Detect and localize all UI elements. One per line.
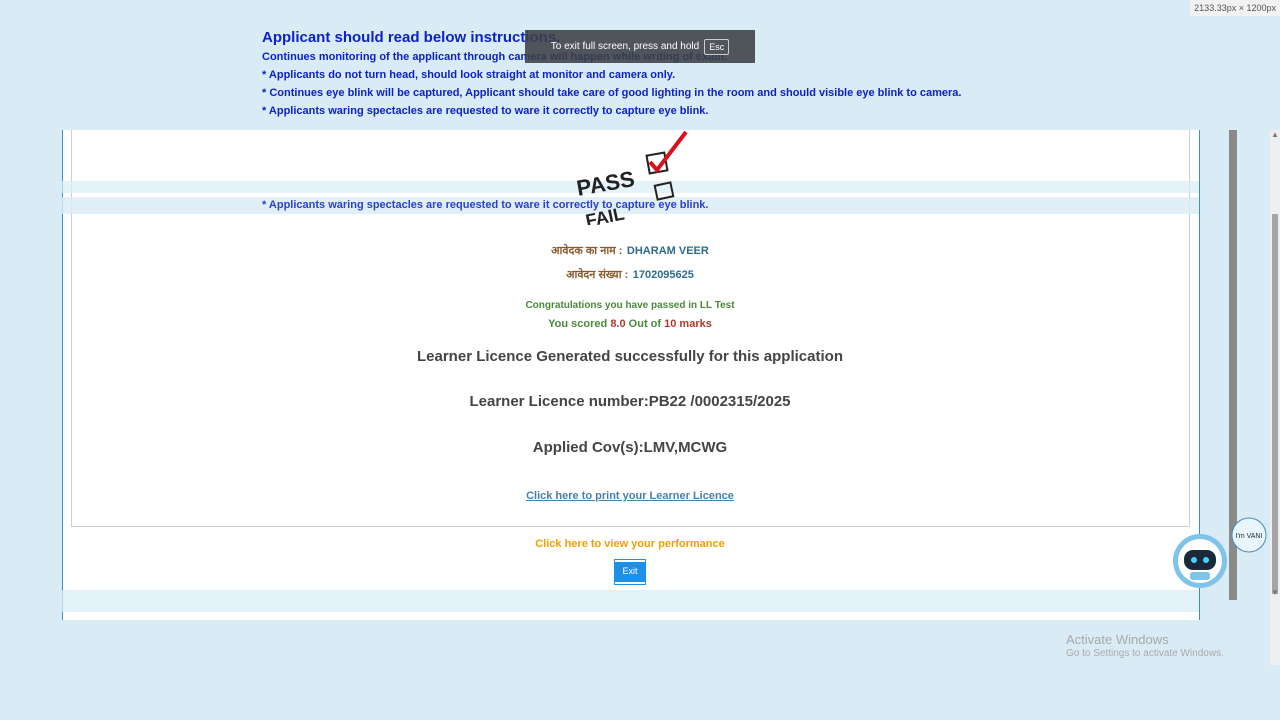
- chatbot-icon[interactable]: [1172, 532, 1228, 590]
- activate-windows-subtitle: Go to Settings to activate Windows.: [1066, 648, 1224, 659]
- score-value: 8.0: [610, 318, 626, 330]
- pass-text: PASS: [575, 166, 637, 201]
- applicant-name-label: आवेदक का नाम :: [551, 245, 623, 257]
- application-number-value: 1702095625: [632, 269, 694, 281]
- score-out-of: Out of: [628, 318, 662, 330]
- fail-checkbox: [653, 181, 675, 201]
- score-row: You scored 8.0 Out of 10 marks: [330, 318, 930, 330]
- fullscreen-exit-toast: To exit full screen, press and hold Esc: [525, 30, 755, 63]
- scroll-up-icon[interactable]: ▲: [1271, 130, 1279, 139]
- applied-covs-text: Applied Cov(s):LMV,MCWG: [532, 439, 728, 456]
- speech-bubble-icon: I'm VANI: [1231, 517, 1267, 553]
- score-total: 10 marks: [664, 318, 712, 330]
- red-check-icon: [648, 130, 688, 174]
- view-performance-link[interactable]: Click here to view your performance: [330, 538, 930, 550]
- licence-generated-text: Learner Licence Generated successfully f…: [417, 348, 843, 365]
- vani-badge[interactable]: I'm VANI: [1230, 516, 1268, 554]
- activate-windows-title: Activate Windows: [1066, 632, 1169, 647]
- print-licence-row[interactable]: Click here to print your Learner Licence: [330, 486, 930, 504]
- applicant-name-row: आवेदक का नाम : DHARAM VEER: [330, 241, 930, 259]
- application-number-label: आवेदन संख्या :: [566, 269, 629, 281]
- applicant-name-value: DHARAM VEER: [626, 245, 709, 257]
- vani-badge-text: I'm VANI: [1236, 533, 1263, 540]
- dimension-readout: 2133.33px × 1200px: [1190, 0, 1280, 16]
- fail-text: FAIL: [584, 203, 626, 225]
- pass-fail-graphic: PASS FAIL: [575, 130, 688, 225]
- esc-key: Esc: [704, 38, 730, 55]
- scroll-down-icon[interactable]: ▼: [1271, 588, 1279, 597]
- render-artifact-band: [62, 590, 1199, 612]
- page-scrollbar-thumb[interactable]: [1272, 214, 1278, 594]
- instruction-line: * Continues eye blink will be captured, …: [262, 87, 962, 99]
- print-licence-link[interactable]: Click here to print your Learner Licence: [526, 490, 734, 502]
- toast-text: To exit full screen, press and hold: [550, 41, 700, 52]
- instruction-line: * Applicants do not turn head, should lo…: [262, 69, 676, 81]
- application-number-row: आवेदन संख्या : 1702095625: [330, 265, 930, 283]
- score-prefix: You scored: [548, 318, 608, 330]
- instructions-title: Applicant should read below instructions…: [262, 29, 561, 46]
- instruction-line: * Applicants waring spectacles are reque…: [262, 105, 709, 117]
- congratulations-text: Congratulations you have passed in LL Te…: [525, 300, 735, 311]
- licence-number-text: Learner Licence number:PB22 /0002315/202…: [469, 393, 791, 410]
- exit-button[interactable]: Exit: [615, 560, 645, 584]
